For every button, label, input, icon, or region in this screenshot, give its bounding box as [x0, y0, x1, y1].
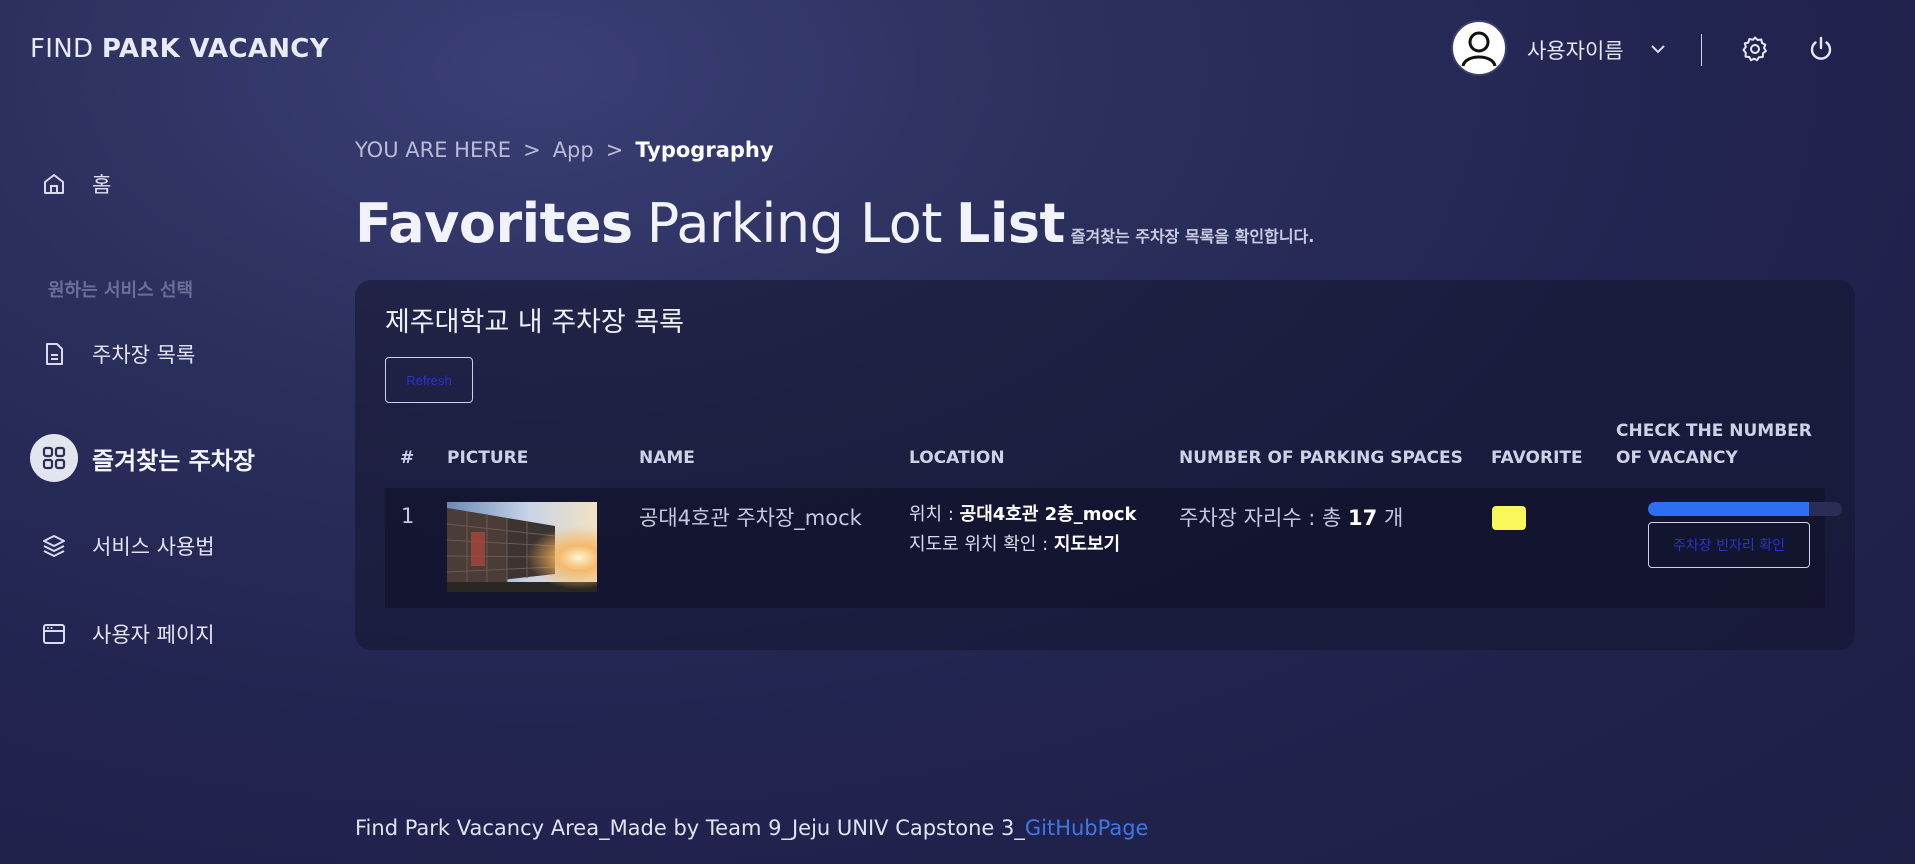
location-label: 위치 : [909, 504, 960, 525]
sidebar-item-user-page[interactable]: 사용자 페이지 [30, 610, 300, 658]
spaces-prefix: 주차장 자리수 : 총 [1179, 506, 1349, 530]
breadcrumb: YOU ARE HERE > App > Typography [355, 138, 774, 162]
refresh-button[interactable]: Refresh [385, 357, 473, 403]
vacancy-progress-fill [1648, 502, 1810, 516]
header-divider [1701, 34, 1702, 66]
map-label: 지도로 위치 확인 : [909, 534, 1054, 555]
location-line: 위치 : 공대4호관 2층_mock [909, 500, 1137, 530]
table-row: 1 공대4호관 주차장_mock 위치: 공대4호관 2층_mock 지도로 … [385, 488, 1842, 608]
column-header-vacancy-line2: OF VACANCY [1616, 448, 1738, 468]
document-icon [30, 330, 78, 378]
browser-window-icon [30, 610, 78, 658]
footer-text: Find Park Vacancy Area_Made by Team 9_Je… [355, 816, 1025, 840]
map-view-link[interactable]: 지도보기 [1054, 534, 1120, 555]
column-header-vacancy-line1: CHECK THE NUMBER [1616, 421, 1812, 441]
layers-icon [30, 522, 78, 570]
github-page-link[interactable]: GitHubPage [1025, 816, 1149, 840]
parking-lot-name: 공대4호관 주차장_mock [639, 506, 862, 530]
footer: Find Park Vacancy Area_Made by Team 9_Je… [355, 816, 1148, 840]
parking-spaces-count: 주차장 자리수 : 총 17 개 [1179, 502, 1403, 532]
brand-logo[interactable]: FIND PARK VACANCY [30, 34, 329, 64]
breadcrumb-prefix: YOU ARE HERE [355, 138, 512, 162]
spaces-number: 17 [1348, 506, 1378, 530]
power-icon[interactable] [1805, 33, 1837, 65]
map-line: 지도로 위치 확인 : 지도보기 [909, 530, 1137, 560]
column-header-index: # [400, 448, 415, 468]
home-icon [30, 160, 78, 208]
sidebar-item-label: 사용자 페이지 [92, 623, 215, 647]
breadcrumb-item-current: Typography [635, 138, 774, 162]
breadcrumb-separator: > [605, 138, 624, 162]
parking-lot-picture[interactable] [447, 502, 597, 592]
user-avatar-icon[interactable] [1451, 20, 1507, 76]
sidebar-item-label: 서비스 사용법 [92, 535, 215, 559]
sidebar-item-parking-list[interactable]: 주차장 목록 [30, 330, 300, 378]
location-value: 공대4호관 2층_mock [959, 504, 1137, 525]
sidebar-item-label: 주차장 목록 [92, 343, 196, 367]
page-title-part2: Parking Lot [646, 192, 943, 255]
sidebar-item-guide[interactable]: 서비스 사용법 [30, 522, 300, 570]
breadcrumb-item-app[interactable]: App [553, 138, 594, 162]
sidebar-item-label: 홈 [92, 173, 112, 197]
sidebar-item-favorites[interactable]: 즐겨찾는 주차장 [30, 434, 300, 482]
column-header-spaces: NUMBER OF PARKING SPACES [1179, 448, 1463, 468]
row-index: 1 [401, 504, 415, 528]
page-subtitle: 즐겨찾는 주차장 목록을 확인합니다. [1070, 227, 1315, 246]
check-vacancy-button[interactable]: 주차장 빈자리 확인 [1648, 522, 1810, 568]
sidebar-section-label: 원하는 서비스 선택 [48, 280, 194, 301]
column-header-favorite: FAVORITE [1491, 448, 1583, 468]
card-title: 제주대학교 내 주차장 목록 [385, 307, 684, 338]
parking-lot-location: 위치 : 공대4호관 2층_mock 지도로 위치 확인 : 지도보기 [909, 500, 1137, 560]
column-header-name: NAME [639, 448, 695, 468]
sidebar-item-home[interactable]: 홈 [30, 160, 300, 208]
spaces-suffix: 개 [1377, 506, 1404, 530]
grid-icon [30, 434, 78, 482]
sidebar-item-label: 즐겨찾는 주차장 [92, 446, 255, 475]
vacancy-progress-bar [1648, 502, 1842, 516]
column-header-vacancy: CHECK THE NUMBER OF VACANCY [1616, 418, 1812, 472]
settings-gear-icon[interactable] [1739, 33, 1771, 65]
page-title: Favorites Parking Lot List 즐겨찾는 주차장 목록을 … [355, 192, 1314, 255]
header-user-area: 사용자이름 [1415, 0, 1915, 100]
page-title-part1: Favorites [355, 192, 633, 255]
brand-prefix: FIND [30, 34, 102, 64]
favorite-toggle[interactable] [1492, 506, 1526, 530]
brand-emphasis: PARK VACANCY [101, 34, 329, 64]
username-label[interactable]: 사용자이름 [1527, 35, 1624, 65]
page-title-part3: List [955, 192, 1065, 255]
breadcrumb-separator: > [523, 138, 541, 162]
parking-list-card: 제주대학교 내 주차장 목록 Refresh # PICTURE NAME LO… [355, 280, 1855, 650]
chevron-down-icon[interactable] [1650, 40, 1666, 59]
column-header-location: LOCATION [909, 448, 1005, 468]
column-header-picture: PICTURE [447, 448, 529, 468]
